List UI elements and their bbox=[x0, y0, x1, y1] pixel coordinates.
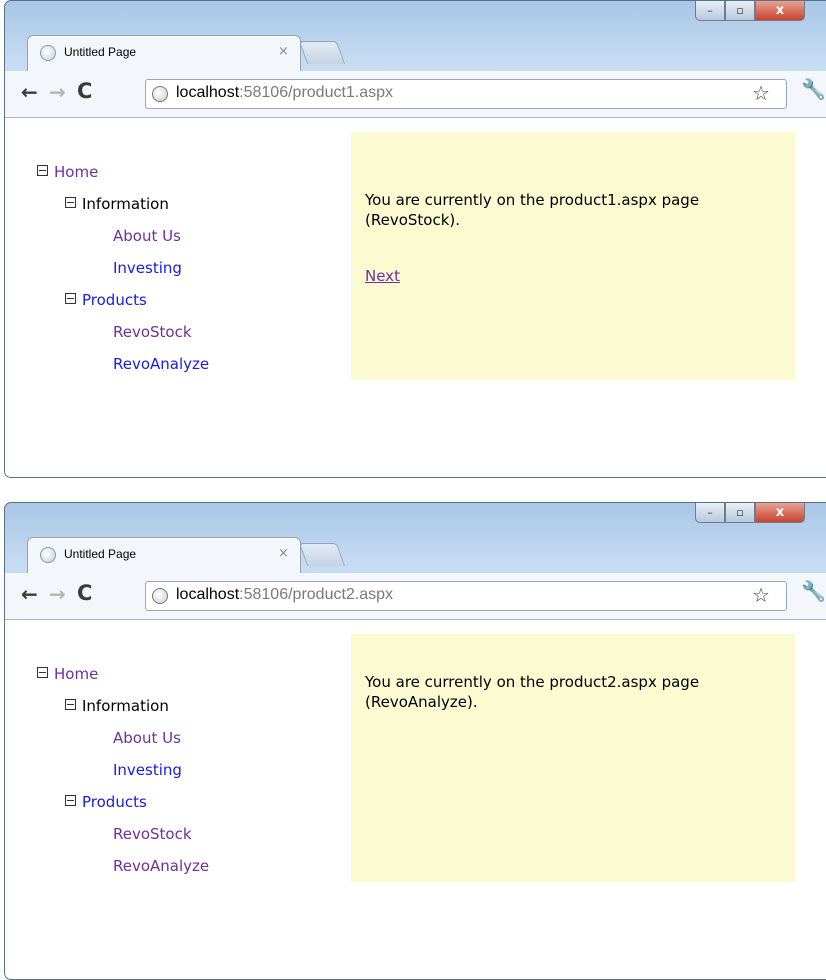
tab-strip: Untitled Page × – ▫ x bbox=[5, 1, 826, 72]
tree-link-about-us[interactable]: About Us bbox=[113, 220, 181, 252]
wrench-icon[interactable]: 🔧 bbox=[801, 579, 826, 603]
tree-node-home: Home bbox=[37, 156, 98, 188]
tab-title: Untitled Page bbox=[64, 45, 137, 59]
url-text[interactable]: localhost:58106/product1.aspx bbox=[176, 84, 393, 102]
tree-node-products: Products bbox=[65, 786, 147, 818]
tree-link-investing[interactable]: Investing bbox=[113, 754, 182, 786]
close-window-button[interactable]: x bbox=[755, 1, 805, 21]
address-bar[interactable]: localhost:58106/product2.aspx ☆ bbox=[145, 581, 787, 611]
tab-strip: Untitled Page × – ▫ x bbox=[5, 503, 826, 574]
maximize-button[interactable]: ▫ bbox=[725, 1, 755, 21]
globe-icon bbox=[152, 86, 168, 102]
close-window-button[interactable]: x bbox=[755, 503, 805, 523]
content-panel: You are currently on the product1.aspx p… bbox=[351, 132, 795, 380]
current-page-message: You are currently on the product1.aspx p… bbox=[365, 191, 700, 229]
tree-link-revostock[interactable]: RevoStock bbox=[113, 316, 192, 348]
minimize-button[interactable]: – bbox=[695, 1, 725, 21]
tree-link-investing[interactable]: Investing bbox=[113, 252, 182, 284]
collapse-minus-icon[interactable] bbox=[65, 293, 76, 304]
content-panel: You are currently on the product2.aspx p… bbox=[351, 634, 795, 882]
forward-arrow-icon[interactable]: → bbox=[49, 582, 66, 606]
new-tab-button[interactable] bbox=[298, 41, 346, 64]
reload-icon[interactable]: C bbox=[77, 79, 92, 103]
url-text[interactable]: localhost:58106/product2.aspx bbox=[176, 586, 393, 604]
url-path: :58106/product2.aspx bbox=[239, 586, 394, 603]
close-tab-icon[interactable]: × bbox=[278, 44, 289, 59]
collapse-minus-icon[interactable] bbox=[65, 197, 76, 208]
tree-label-information: Information bbox=[82, 195, 169, 213]
address-bar[interactable]: localhost:58106/product1.aspx ☆ bbox=[145, 79, 787, 109]
collapse-minus-icon[interactable] bbox=[65, 699, 76, 710]
url-host: localhost bbox=[176, 84, 240, 101]
tree-link-revostock[interactable]: RevoStock bbox=[113, 818, 192, 850]
url-host: localhost bbox=[176, 586, 240, 603]
globe-icon bbox=[152, 588, 168, 604]
tree-link-home[interactable]: Home bbox=[54, 665, 98, 683]
new-tab-button[interactable] bbox=[298, 543, 346, 566]
tree-label-information: Information bbox=[82, 697, 169, 715]
forward-arrow-icon[interactable]: → bbox=[49, 80, 66, 104]
tree-link-revoanalyze[interactable]: RevoAnalyze bbox=[113, 348, 209, 380]
close-tab-icon[interactable]: × bbox=[278, 546, 289, 561]
tree-link-about-us[interactable]: About Us bbox=[113, 722, 181, 754]
page-content: Home Information About Us Investing Prod… bbox=[5, 118, 826, 477]
wrench-icon[interactable]: 🔧 bbox=[801, 77, 826, 101]
page-content: Home Information About Us Investing Prod… bbox=[5, 620, 826, 979]
tree-node-information: Information bbox=[65, 188, 169, 220]
star-icon[interactable]: ☆ bbox=[752, 81, 770, 105]
tree-link-revoanalyze[interactable]: RevoAnalyze bbox=[113, 850, 209, 882]
tree-link-products[interactable]: Products bbox=[82, 793, 147, 811]
star-icon[interactable]: ☆ bbox=[752, 583, 770, 607]
collapse-minus-icon[interactable] bbox=[65, 795, 76, 806]
collapse-minus-icon[interactable] bbox=[37, 165, 48, 176]
back-arrow-icon[interactable]: ← bbox=[21, 582, 38, 606]
globe-icon bbox=[40, 547, 56, 563]
globe-icon bbox=[40, 45, 56, 61]
back-arrow-icon[interactable]: ← bbox=[21, 80, 38, 104]
tree-node-products: Products bbox=[65, 284, 147, 316]
url-path: :58106/product1.aspx bbox=[239, 84, 394, 101]
collapse-minus-icon[interactable] bbox=[37, 667, 48, 678]
browser-window-2: Untitled Page × – ▫ x ← → C localhost:58… bbox=[4, 502, 826, 980]
window-controls: – ▫ x bbox=[695, 1, 805, 21]
tab-untitled-page[interactable]: Untitled Page × bbox=[27, 35, 301, 72]
browser-window-1: Untitled Page × – ▫ x ← → C localhost:58… bbox=[4, 0, 826, 478]
tree-node-home: Home bbox=[37, 658, 98, 690]
tab-untitled-page[interactable]: Untitled Page × bbox=[27, 537, 301, 574]
window-controls: – ▫ x bbox=[695, 503, 805, 523]
tree-link-products[interactable]: Products bbox=[82, 291, 147, 309]
maximize-button[interactable]: ▫ bbox=[725, 503, 755, 523]
minimize-button[interactable]: – bbox=[695, 503, 725, 523]
reload-icon[interactable]: C bbox=[77, 581, 92, 605]
tab-title: Untitled Page bbox=[64, 547, 137, 561]
tree-link-home[interactable]: Home bbox=[54, 163, 98, 181]
browser-toolbar: ← → C localhost:58106/product2.aspx ☆ 🔧 bbox=[5, 573, 826, 620]
tree-node-information: Information bbox=[65, 690, 169, 722]
browser-toolbar: ← → C localhost:58106/product1.aspx ☆ 🔧 bbox=[5, 71, 826, 118]
current-page-message: You are currently on the product2.aspx p… bbox=[365, 673, 700, 711]
next-link[interactable]: Next bbox=[365, 267, 400, 285]
